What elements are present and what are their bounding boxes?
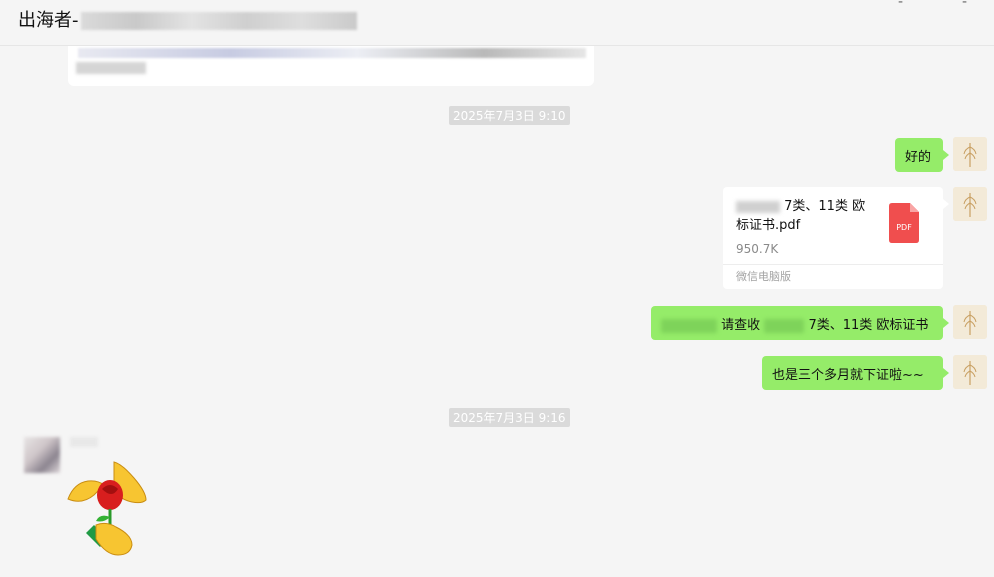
message-bubble-receive[interactable]: 请查收 7类、11类 欧标证书 <box>651 306 949 340</box>
previous-message-card[interactable] <box>68 46 594 86</box>
wheat-avatar-icon <box>953 137 987 171</box>
message-text-a: 请查收 <box>721 318 761 333</box>
self-avatar[interactable] <box>953 355 987 389</box>
rose-handshake-sticker[interactable] <box>66 457 150 557</box>
file-name-part2: 标证书.pdf <box>736 218 801 233</box>
redacted-contact-name <box>70 437 98 447</box>
file-size: 950.7K <box>736 242 779 256</box>
close-button[interactable]: - <box>962 0 967 10</box>
redacted-title <box>80 12 357 30</box>
redacted-text <box>764 318 805 333</box>
timestamp: 2025年7月3日 9:16 <box>449 408 570 427</box>
file-source: 微信电脑版 <box>723 264 943 289</box>
wheat-avatar-icon <box>953 305 987 339</box>
redacted-text <box>736 200 780 213</box>
wheat-avatar-icon <box>953 187 987 221</box>
redacted-text <box>76 62 146 74</box>
redacted-text <box>661 318 717 333</box>
message-bubble-months[interactable]: 也是三个多月就下证啦~~ <box>762 356 949 390</box>
self-avatar[interactable] <box>953 305 987 339</box>
wheat-avatar-icon <box>953 355 987 389</box>
chat-title: 出海者- <box>18 6 357 32</box>
chat-title-text: 出海者- <box>18 10 79 31</box>
message-bubble-ok[interactable]: 好的 <box>895 138 949 172</box>
contact-avatar[interactable] <box>24 437 60 473</box>
pdf-file-icon: PDF <box>889 203 919 243</box>
pdf-icon-label: PDF <box>896 223 912 232</box>
chat-header: 出海者- - - <box>0 0 994 46</box>
redacted-text <box>78 48 586 58</box>
self-avatar[interactable] <box>953 137 987 171</box>
message-text: 也是三个多月就下证啦~~ <box>772 368 924 383</box>
file-name: 7类、11类 欧 标证书.pdf <box>736 197 876 235</box>
message-text-b: 7类、11类 欧标证书 <box>808 318 929 333</box>
timestamp: 2025年7月3日 9:10 <box>449 106 570 125</box>
message-text: 好的 <box>905 150 932 165</box>
file-name-part1: 7类、11类 欧 <box>784 199 866 214</box>
self-avatar[interactable] <box>953 187 987 221</box>
file-message[interactable]: 7类、11类 欧 标证书.pdf 950.7K PDF 微信电脑版 <box>723 187 949 289</box>
minimize-button[interactable]: - <box>898 0 903 10</box>
